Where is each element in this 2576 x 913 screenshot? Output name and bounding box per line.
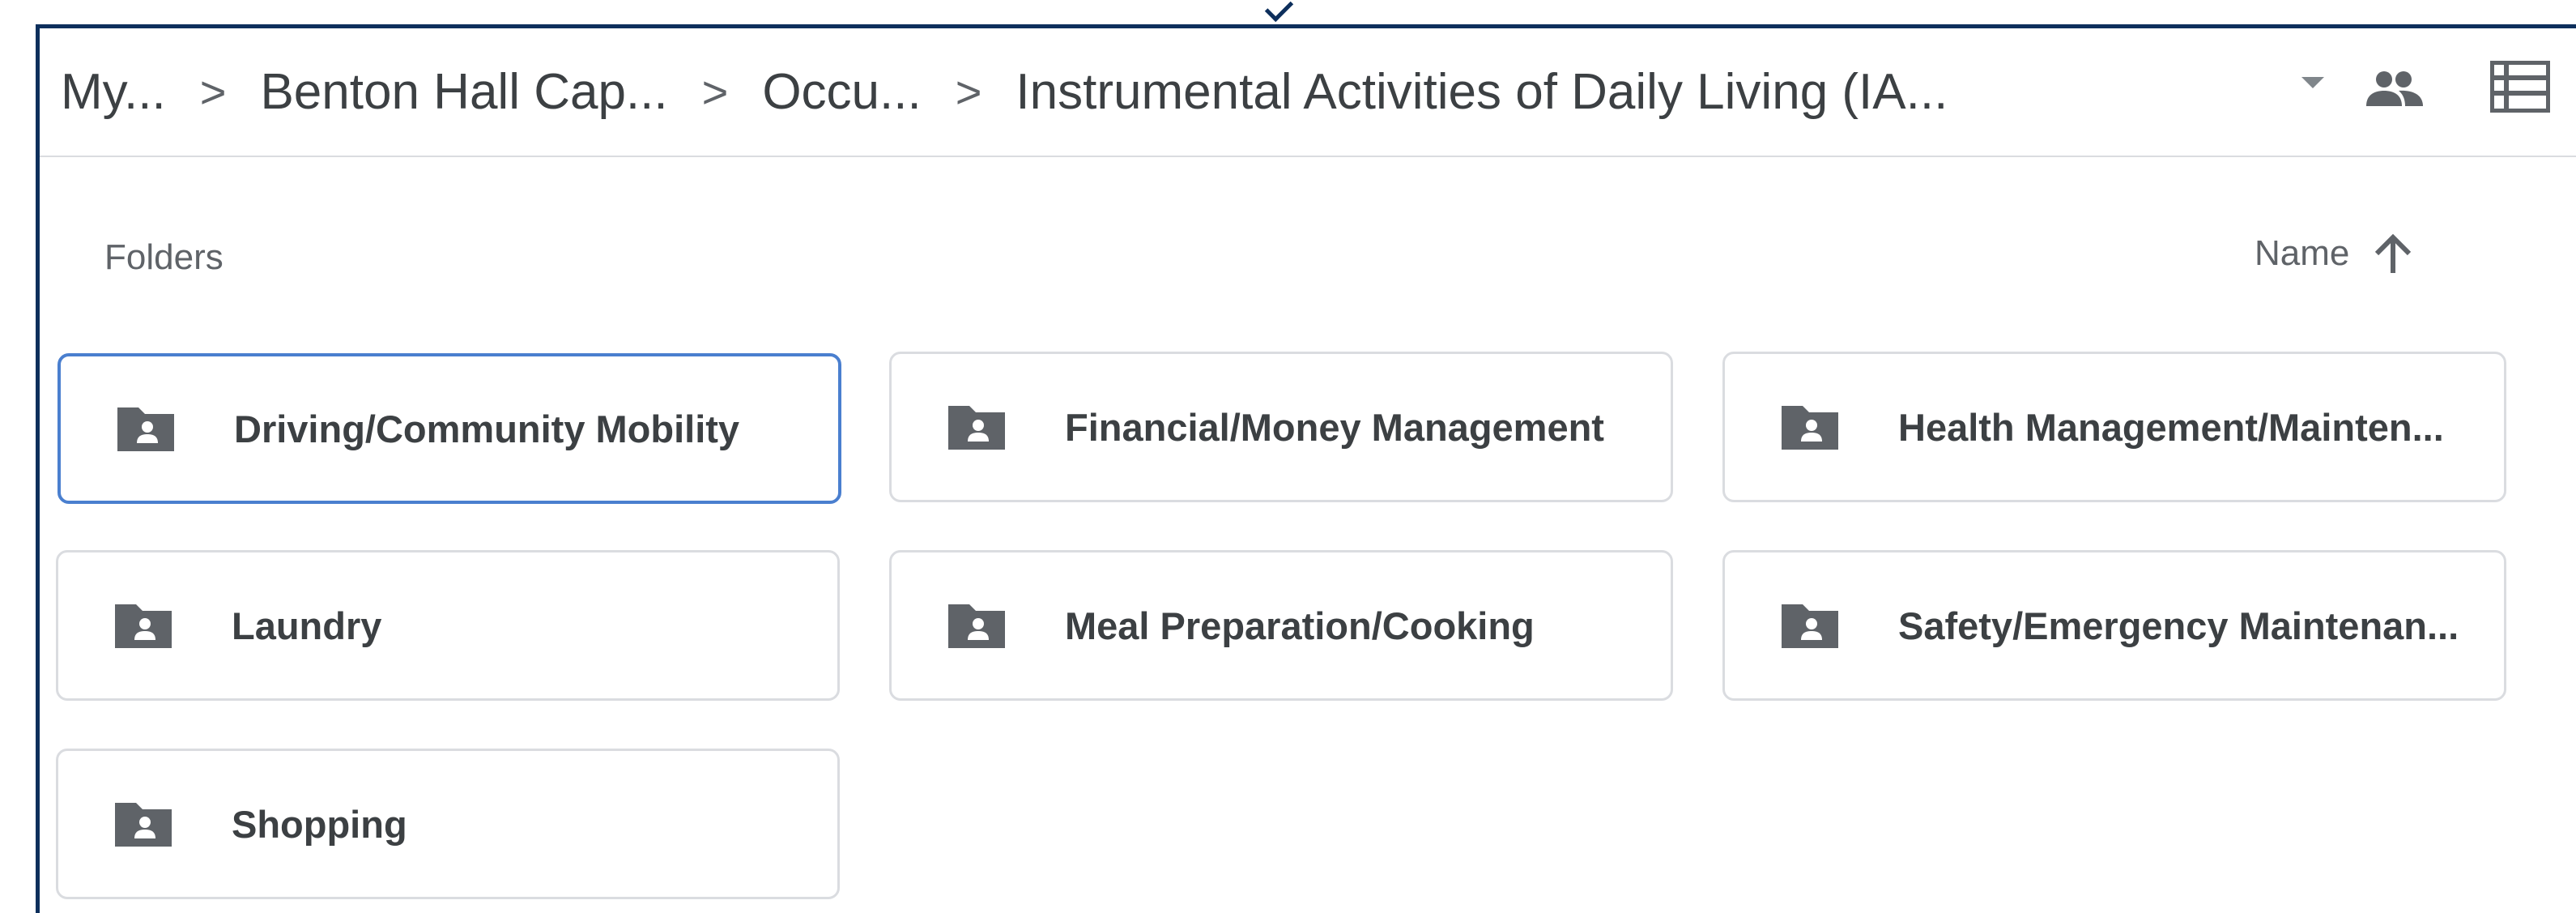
breadcrumb-separator: > <box>955 66 982 117</box>
sort-label: Name <box>2255 233 2350 273</box>
folder-card[interactable]: Meal Preparation/Cooking <box>889 550 1673 701</box>
drive-folder-view: My... > Benton Hall Cap... > Occu... > I… <box>36 24 2576 913</box>
folder-card[interactable]: Health Management/Mainten... <box>1722 352 2506 502</box>
breadcrumb: My... > Benton Hall Cap... > Occu... > I… <box>40 28 2576 157</box>
shared-folder-icon <box>1782 406 1838 450</box>
breadcrumb-item-current-folder[interactable]: Instrumental Activities of Daily Living … <box>1015 63 1948 121</box>
folder-card[interactable]: Driving/Community Mobility <box>57 353 841 504</box>
folder-name: Financial/Money Management <box>1065 405 1604 449</box>
shared-folder-icon <box>948 604 1005 648</box>
folder-card[interactable]: Safety/Emergency Maintenan... <box>1722 550 2506 701</box>
folder-name: Meal Preparation/Cooking <box>1065 604 1535 647</box>
list-view-icon[interactable] <box>2490 61 2550 113</box>
breadcrumb-item-occupational[interactable]: Occu... <box>762 63 921 121</box>
caret-down-icon[interactable] <box>2301 77 2324 88</box>
shared-folder-icon <box>1782 604 1838 648</box>
folder-name: Laundry <box>232 604 382 647</box>
sort-by-name-button[interactable]: Name <box>2255 231 2416 276</box>
folder-name: Safety/Emergency Maintenan... <box>1898 604 2459 647</box>
folder-name: Shopping <box>232 802 407 846</box>
shared-folder-icon <box>115 604 172 648</box>
breadcrumb-separator: > <box>199 66 227 117</box>
folder-card[interactable]: Shopping <box>56 749 840 899</box>
folder-name: Health Management/Mainten... <box>1898 405 2444 449</box>
breadcrumb-item-my-drive[interactable]: My... <box>61 63 166 121</box>
people-icon[interactable] <box>2366 69 2423 109</box>
breadcrumb-item-benton-hall[interactable]: Benton Hall Cap... <box>260 63 667 121</box>
folder-card[interactable]: Laundry <box>56 550 840 701</box>
section-title-folders: Folders <box>104 237 224 277</box>
frame-pointer <box>1264 0 1294 23</box>
folder-name: Driving/Community Mobility <box>234 407 740 450</box>
shared-folder-icon <box>115 803 172 847</box>
shared-folder-icon <box>948 406 1005 450</box>
breadcrumb-separator: > <box>701 66 729 117</box>
arrow-up-icon <box>2375 233 2412 273</box>
shared-folder-icon <box>117 407 174 451</box>
folder-card[interactable]: Financial/Money Management <box>889 352 1673 502</box>
